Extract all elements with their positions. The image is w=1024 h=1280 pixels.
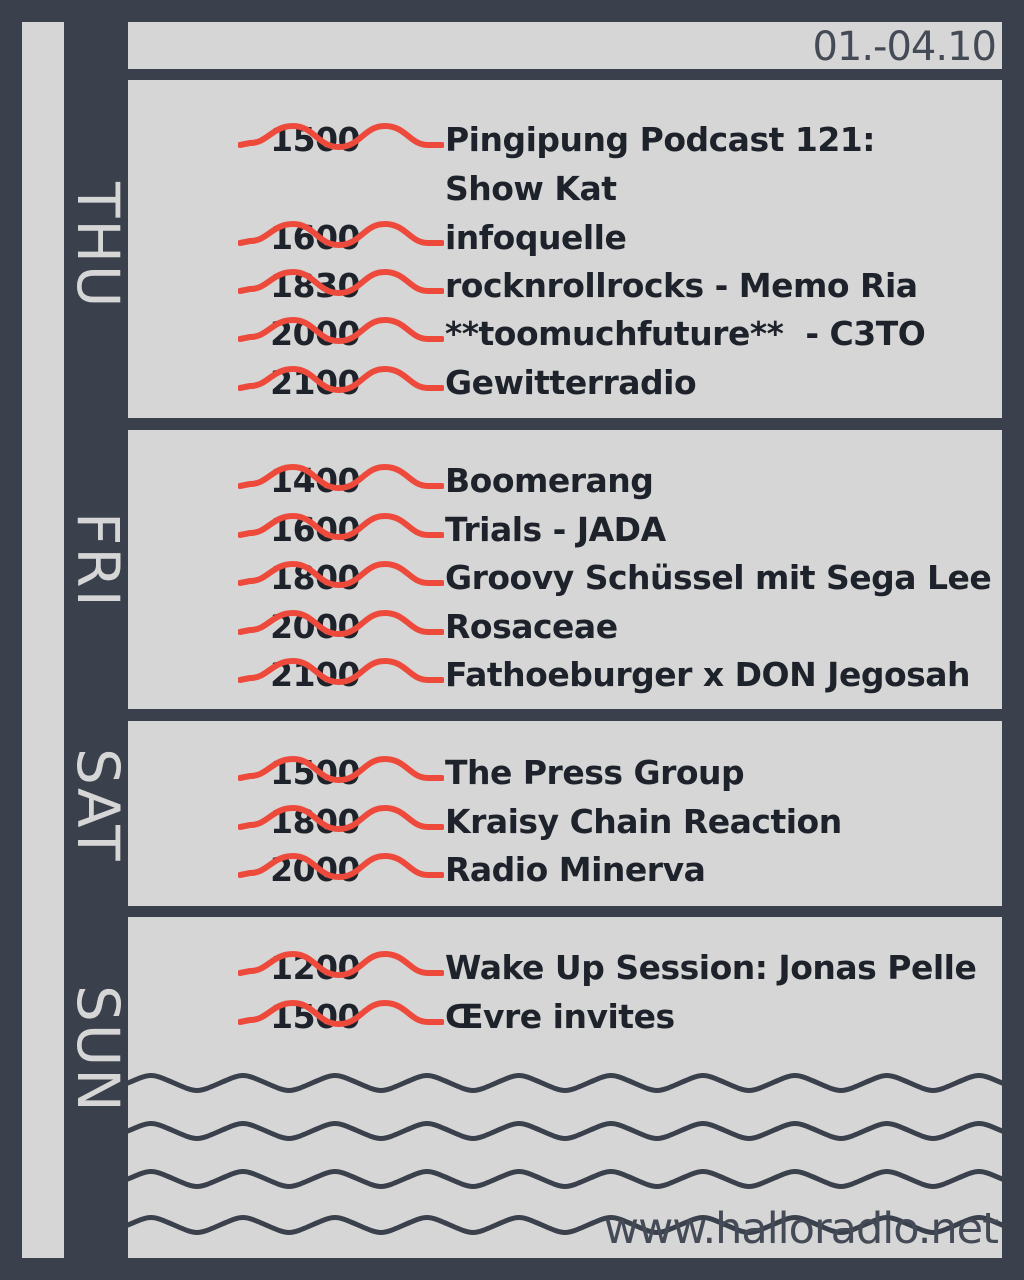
show-row: Show Kat — [128, 165, 1002, 213]
show-row: 1600 infoquelle — [128, 214, 1002, 262]
red-wave-icon — [238, 366, 444, 393]
red-wave-icon — [238, 561, 444, 588]
show-row: 1200 Wake Up Session: Jonas Pelle — [128, 944, 1002, 992]
show-title: Trials - JADA — [445, 510, 666, 549]
day-label-thu: THU — [64, 182, 132, 310]
day-panel-thu: 1500 Pingipung Podcast 121: Show Kat 160… — [128, 80, 1002, 418]
day-panel-sun: 1200 Wake Up Session: Jonas Pelle 1500 Œ… — [128, 917, 1002, 1258]
website-url[interactable]: www.halloradio.net — [604, 1204, 999, 1254]
show-title: Boomerang — [445, 461, 654, 500]
show-row: 2100 Gewitterradio — [128, 359, 1002, 407]
red-wave-icon — [238, 1000, 444, 1027]
show-row: 2000 Rosaceae — [128, 603, 1002, 651]
show-title: Show Kat — [445, 169, 617, 208]
red-wave-icon — [238, 805, 444, 832]
show-row: 1500 Pingipung Podcast 121: — [128, 116, 1002, 164]
show-row: 1400 Boomerang — [128, 457, 1002, 505]
show-row: 1600 Trials - JADA — [128, 506, 1002, 554]
show-title: Pingipung Podcast 121: — [445, 120, 875, 159]
show-row: 1830 rocknrollrocks - Memo Ria — [128, 262, 1002, 310]
show-title: The Press Group — [445, 753, 745, 792]
header-bar: 01.-04.10 — [128, 22, 1002, 70]
red-wave-icon — [238, 853, 444, 880]
red-wave-icon — [238, 951, 444, 978]
side-bar — [22, 22, 64, 1258]
show-title: Gewitterradio — [445, 363, 697, 402]
day-panel-fri: 1400 Boomerang 1600 Trials - JADA 1800 G… — [128, 430, 1002, 709]
red-wave-icon — [238, 513, 444, 540]
red-wave-icon — [238, 658, 444, 685]
show-title: Fathoeburger x DON Jegosah — [445, 655, 971, 694]
red-wave-icon — [238, 221, 444, 248]
red-wave-icon — [238, 610, 444, 637]
show-title: Rosaceae — [445, 607, 618, 646]
day-label-sat: SAT — [64, 748, 132, 863]
show-row: 1800 Groovy Schüssel mit Sega Lee — [128, 554, 1002, 602]
show-row: 2100 Fathoeburger x DON Jegosah — [128, 651, 1002, 699]
show-row: 1500 The Press Group — [128, 749, 1002, 797]
date-range: 01.-04.10 — [812, 24, 997, 70]
day-panel-sat: 1500 The Press Group 1800 Kraisy Chain R… — [128, 721, 1002, 906]
red-wave-icon — [238, 123, 444, 150]
show-title: Œvre invites — [445, 997, 675, 1036]
show-row: 1800 Kraisy Chain Reaction — [128, 798, 1002, 846]
show-title: infoquelle — [445, 218, 627, 257]
day-label-fri: FRI — [64, 512, 132, 609]
show-row: 2000 Radio Minerva — [128, 846, 1002, 894]
red-wave-icon — [238, 756, 444, 783]
show-title: Wake Up Session: Jonas Pelle — [445, 948, 977, 987]
show-title: Kraisy Chain Reaction — [445, 802, 842, 841]
red-wave-icon — [238, 269, 444, 296]
red-wave-icon — [238, 464, 444, 491]
show-title: **toomuchfuture** - C3TO — [445, 314, 926, 353]
red-wave-icon — [238, 317, 444, 344]
day-label-sun: SUN — [64, 985, 132, 1114]
show-row: 2000 **toomuchfuture** - C3TO — [128, 310, 1002, 358]
show-row: 1500 Œvre invites — [128, 993, 1002, 1041]
show-title: Radio Minerva — [445, 850, 706, 889]
show-title: Groovy Schüssel mit Sega Lee — [445, 558, 992, 597]
show-title: rocknrollrocks - Memo Ria — [445, 266, 918, 305]
